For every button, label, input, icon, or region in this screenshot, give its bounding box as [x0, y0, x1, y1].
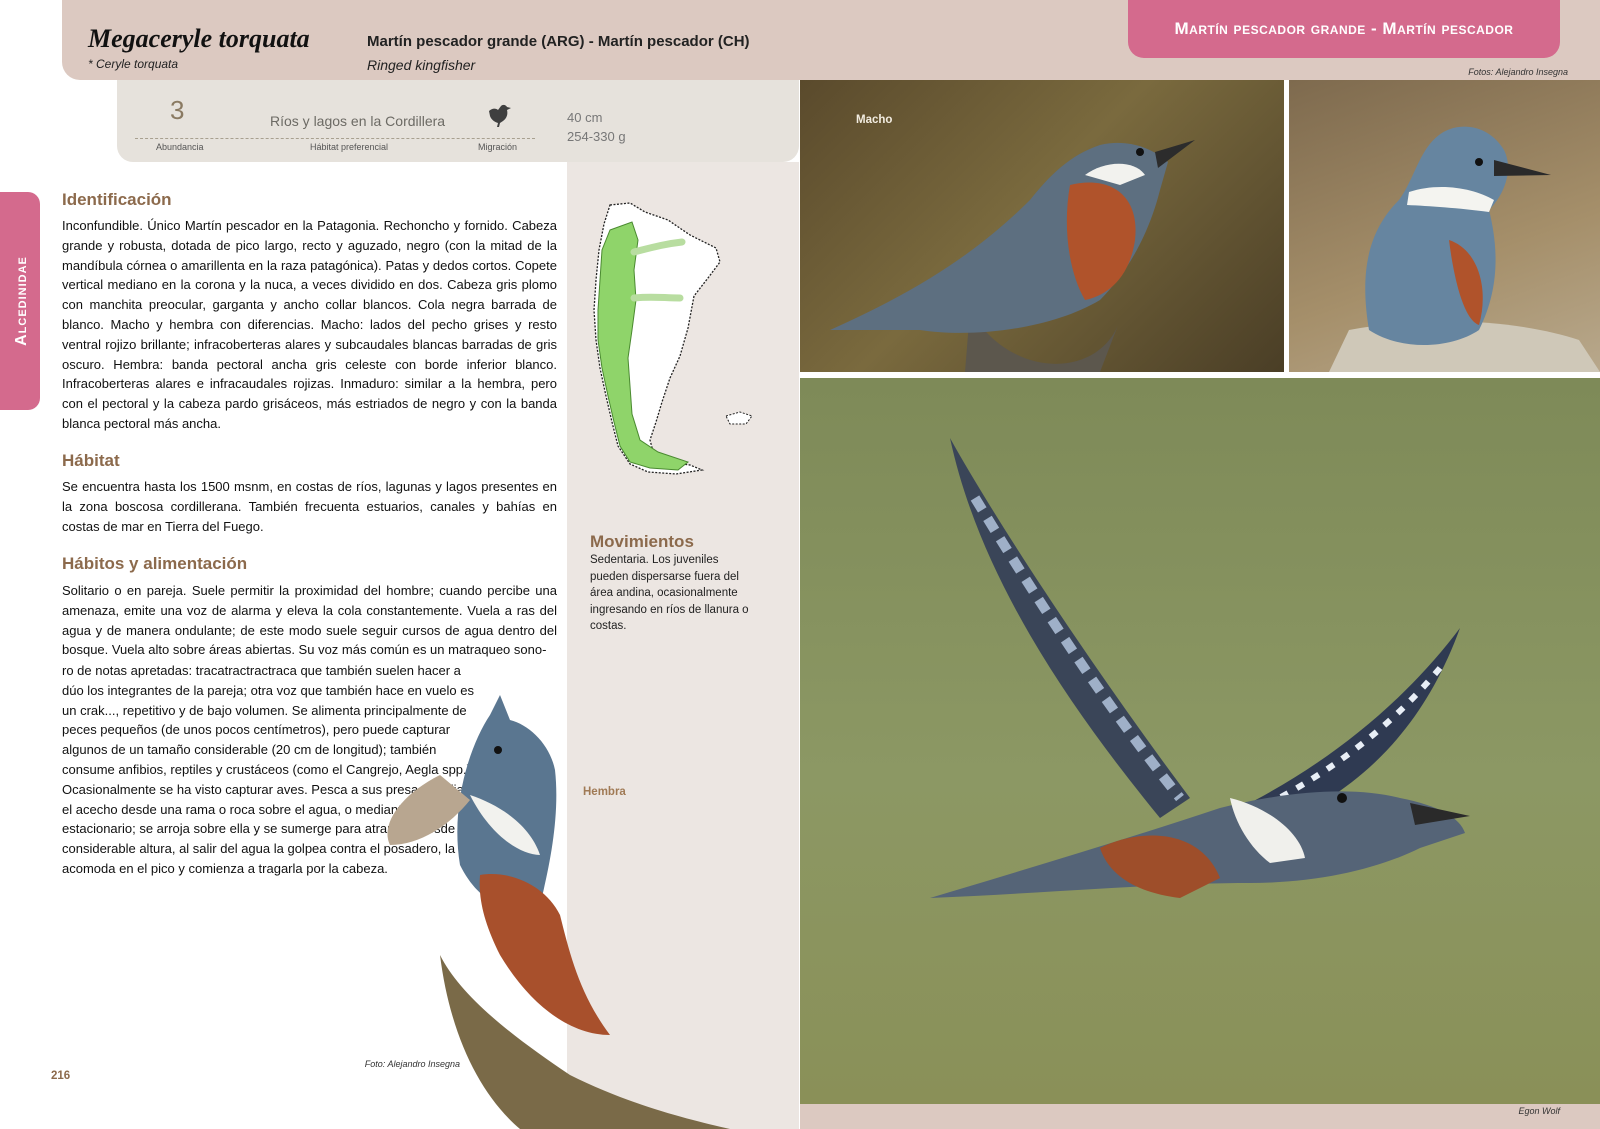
size-value: 40 cm: [567, 110, 603, 125]
abundance-value: 3: [170, 95, 185, 125]
female-label: Hembra: [583, 786, 626, 798]
family-name: Alcedinidae: [13, 256, 30, 346]
movements-text: Sedentaria. Los juveniles pueden dispers…: [590, 554, 749, 633]
english-name: Ringed kingfisher: [367, 57, 476, 73]
species-title-tab: Martín pescador grande - Martín pescador: [1128, 0, 1560, 58]
photo-male-back: [1289, 80, 1600, 372]
migration-label: Migración: [478, 142, 518, 152]
habitat-heading: Hábitat: [62, 451, 120, 470]
male-label: Macho: [856, 114, 893, 126]
synonym: * Ceryle torquata: [88, 57, 179, 71]
habits-heading: Hábitos y alimentación: [62, 554, 248, 573]
identification-heading: Identificación: [62, 190, 172, 209]
photo-credit-left: Foto: Alejandro Insegna: [364, 1059, 460, 1069]
scientific-name: Megaceryle torquata: [88, 24, 310, 53]
habitat-label: Hábitat preferencial: [310, 142, 389, 152]
common-names: Martín pescador grande (ARG) - Martín pe…: [367, 33, 750, 50]
kingfisher-male-back-illustration: [1329, 126, 1600, 372]
photo-credit-top: Fotos: Alejandro Insegna: [1468, 67, 1568, 77]
abundance-label: Abundancia: [156, 142, 204, 152]
habits-text: Solitario o en pareja. Suele permitir la…: [62, 583, 557, 658]
movements-heading: Movimientos: [590, 532, 694, 551]
weight-value: 254-330 g: [567, 129, 626, 144]
photo-female-with-fish: [380, 655, 760, 1129]
photo-credit-bottom: Egon Wolf: [1518, 1106, 1560, 1116]
habitat-value: Ríos y lagos en la Cordillera: [270, 113, 446, 129]
distribution-map: [593, 202, 753, 475]
info-divider: [135, 138, 535, 139]
kingfisher-female-flight-illustration: [930, 438, 1470, 898]
bird-silhouette-icon: [489, 104, 511, 127]
habitat-text: Se encuentra hasta los 1500 msnm, en cos…: [62, 479, 557, 534]
page-number: 216: [51, 1070, 71, 1082]
kingfisher-female-fish-illustration: [387, 695, 730, 1129]
info-strip: [117, 80, 799, 162]
identification-text: Inconfundible. Único Martín pescador en …: [62, 218, 557, 431]
photo-female-flight: [800, 378, 1600, 1104]
